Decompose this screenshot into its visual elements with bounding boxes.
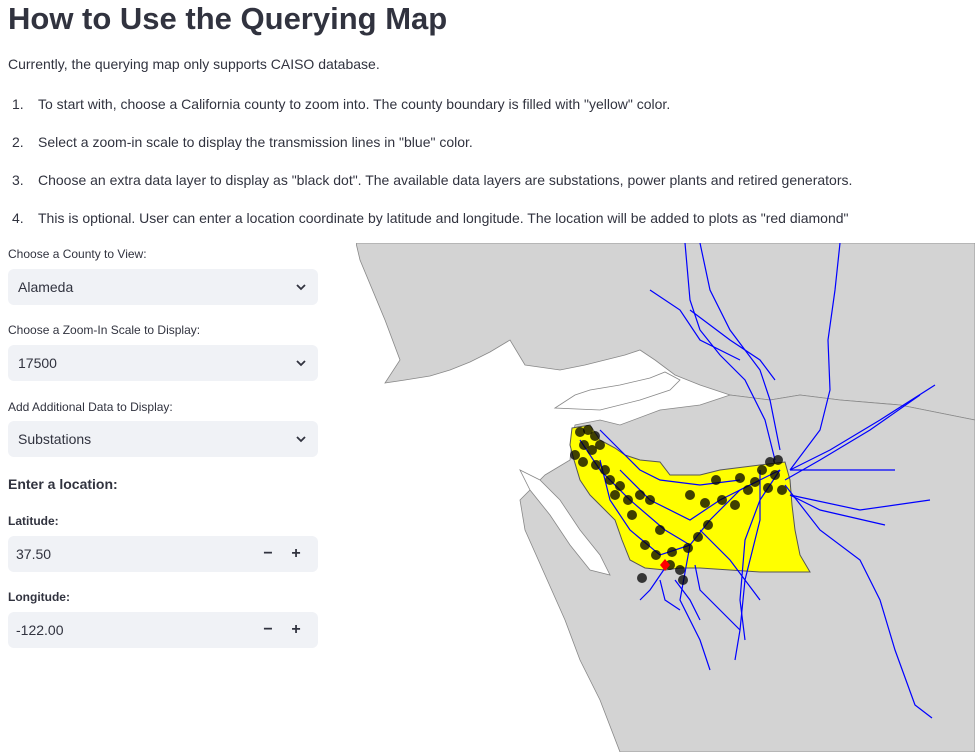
substation-dot bbox=[623, 495, 633, 505]
chevron-down-icon bbox=[296, 284, 306, 291]
substation-dot bbox=[637, 573, 647, 583]
substation-dot bbox=[678, 575, 688, 585]
zoom-select[interactable]: 17500 bbox=[8, 345, 318, 381]
intro-text: Currently, the querying map only support… bbox=[8, 56, 380, 72]
substation-dot bbox=[655, 525, 665, 535]
substation-dot bbox=[703, 520, 713, 530]
longitude-increment-button[interactable]: + bbox=[282, 621, 310, 639]
substation-dot bbox=[600, 465, 610, 475]
substation-dot bbox=[700, 498, 710, 508]
substation-dot bbox=[645, 495, 655, 505]
county-label: Choose a County to View: bbox=[8, 247, 147, 261]
substation-dot bbox=[770, 470, 780, 480]
substation-dot bbox=[578, 457, 588, 467]
substation-dot bbox=[763, 483, 773, 493]
instructions-list: 1. To start with, choose a California cou… bbox=[8, 95, 852, 247]
list-item: 2. Select a zoom-in scale to display the … bbox=[8, 133, 852, 171]
substation-dot bbox=[627, 510, 637, 520]
substation-dot bbox=[590, 431, 600, 441]
substation-dot bbox=[730, 500, 740, 510]
substation-dot bbox=[640, 540, 650, 550]
substation-dot bbox=[757, 465, 767, 475]
substation-dot bbox=[750, 477, 760, 487]
location-heading: Enter a location: bbox=[8, 476, 118, 492]
layer-select[interactable]: Substations bbox=[8, 421, 318, 457]
substation-dot bbox=[685, 490, 695, 500]
step-number: 1. bbox=[12, 96, 24, 112]
substation-dot bbox=[591, 460, 601, 470]
layer-label: Add Additional Data to Display: bbox=[8, 400, 173, 414]
zoom-label: Choose a Zoom-In Scale to Display: bbox=[8, 323, 201, 337]
county-select-value: Alameda bbox=[18, 279, 74, 295]
longitude-value[interactable]: -122.00 bbox=[16, 622, 254, 638]
chevron-down-icon bbox=[296, 436, 306, 443]
latitude-input[interactable]: 37.50 − + bbox=[8, 536, 318, 572]
zoom-select-value: 17500 bbox=[18, 355, 57, 371]
step-text: Choose an extra data layer to display as… bbox=[38, 172, 853, 188]
substation-dot bbox=[615, 481, 625, 491]
county-map[interactable] bbox=[356, 243, 975, 752]
substation-dot bbox=[717, 495, 727, 505]
latitude-value[interactable]: 37.50 bbox=[16, 546, 254, 562]
step-number: 2. bbox=[12, 134, 24, 150]
step-number: 3. bbox=[12, 172, 24, 188]
substation-dot bbox=[635, 490, 645, 500]
step-text: To start with, choose a California count… bbox=[38, 96, 671, 112]
step-number: 4. bbox=[12, 210, 24, 226]
latitude-increment-button[interactable]: + bbox=[282, 545, 310, 563]
substation-dot bbox=[570, 450, 580, 460]
longitude-input[interactable]: -122.00 − + bbox=[8, 612, 318, 648]
substation-dot bbox=[777, 485, 787, 495]
substation-dot bbox=[735, 473, 745, 483]
list-item: 1. To start with, choose a California cou… bbox=[8, 95, 852, 133]
step-text: Select a zoom-in scale to display the tr… bbox=[38, 134, 473, 150]
substation-dot bbox=[675, 565, 685, 575]
substation-dot bbox=[683, 543, 693, 553]
substation-dot bbox=[743, 485, 753, 495]
step-text: This is optional. User can enter a locat… bbox=[38, 210, 849, 226]
layer-select-value: Substations bbox=[18, 431, 92, 447]
substation-dot bbox=[605, 475, 615, 485]
list-item: 4. This is optional. User can enter a loc… bbox=[8, 209, 852, 247]
page-title: How to Use the Querying Map bbox=[8, 1, 448, 36]
county-select[interactable]: Alameda bbox=[8, 269, 318, 305]
longitude-label: Longitude: bbox=[8, 590, 70, 604]
latitude-label: Latitude: bbox=[8, 514, 59, 528]
substation-dot bbox=[711, 475, 721, 485]
substation-dot bbox=[693, 532, 703, 542]
list-item: 3. Choose an extra data layer to display … bbox=[8, 171, 852, 209]
chevron-down-icon bbox=[296, 360, 306, 367]
substation-dot bbox=[595, 440, 605, 450]
substation-dot bbox=[651, 550, 661, 560]
latitude-decrement-button[interactable]: − bbox=[254, 545, 282, 563]
substation-dot bbox=[610, 490, 620, 500]
substation-dot bbox=[773, 455, 783, 465]
longitude-decrement-button[interactable]: − bbox=[254, 621, 282, 639]
substation-dot bbox=[667, 547, 677, 557]
